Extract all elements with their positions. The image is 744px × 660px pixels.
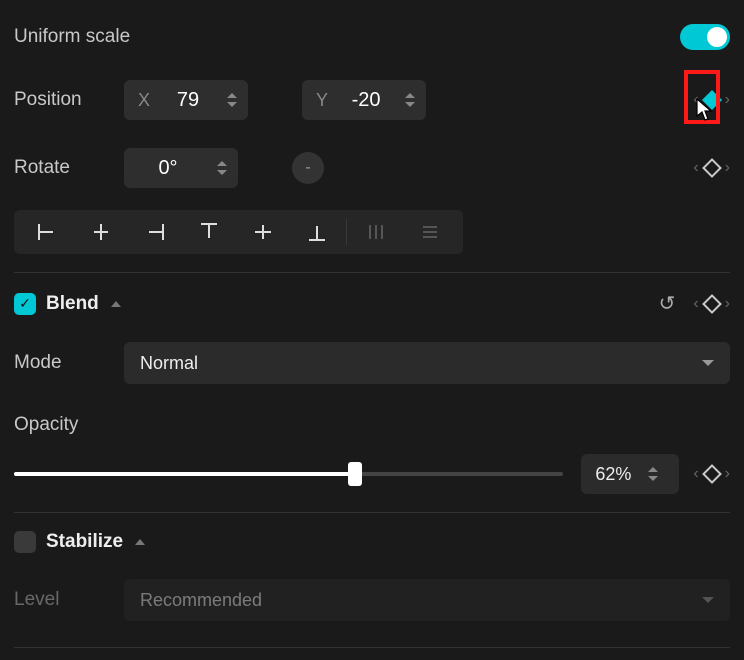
align-v-center-button[interactable] [236,212,290,252]
opacity-row: 62% ‹ › [14,454,730,494]
uniform-scale-row: Uniform scale [14,24,730,50]
divider [14,647,730,648]
collapse-icon[interactable] [111,301,121,307]
keyframe-next-button[interactable]: › [725,465,730,483]
opacity-value-box[interactable]: 62% [581,454,679,494]
stabilize-enable-checkbox[interactable] [14,531,36,553]
divider [14,272,730,273]
chevron-up-icon [217,161,227,166]
stabilize-level-dropdown[interactable]: Recommended [124,579,730,621]
axis-x-label: X [138,90,150,111]
keyframe-diamond-icon[interactable] [702,90,722,110]
rotate-input[interactable]: 0° [124,148,238,188]
keyframe-prev-button[interactable]: ‹ [693,295,698,313]
rotate-row: Rotate 0° - ‹ › [14,148,730,188]
keyframe-diamond-icon[interactable] [702,158,722,178]
opacity-value: 62% [595,464,631,485]
blend-title: Blend [46,293,99,315]
keyframe-next-button[interactable]: › [725,91,730,109]
opacity-label-row: Opacity [14,414,730,436]
opacity-keyframe-nav: ‹ › [693,465,730,483]
toggle-knob [707,27,727,47]
chevron-down-icon [227,102,237,107]
keyframe-diamond-icon[interactable] [702,464,722,484]
keyframe-diamond-icon[interactable] [702,294,722,314]
opacity-slider[interactable] [14,471,563,477]
opacity-stepper[interactable] [641,458,665,490]
collapse-icon[interactable] [135,539,145,545]
alignment-toolbar [14,210,463,254]
stabilize-section-header: Stabilize [14,531,730,553]
align-right-button[interactable] [128,212,182,252]
blend-mode-value: Normal [140,353,198,374]
position-y-input[interactable]: Y -20 [302,80,426,120]
blend-mode-label: Mode [14,352,124,374]
stabilize-level-row: Level Recommended [14,579,730,621]
stabilize-title: Stabilize [46,531,123,553]
blend-section-header: ✓ Blend ↺ ‹ › [14,291,730,316]
keyframe-prev-button[interactable]: ‹ [693,159,698,177]
keyframe-next-button[interactable]: › [725,159,730,177]
chevron-down-icon [217,170,227,175]
position-x-stepper[interactable] [220,84,244,116]
position-row: Position X 79 Y -20 ‹ › [14,80,730,120]
position-y-stepper[interactable] [398,84,422,116]
position-y-value: -20 [346,89,386,112]
chevron-up-icon [405,93,415,98]
uniform-scale-toggle[interactable] [680,24,730,50]
blend-mode-row: Mode Normal [14,342,730,384]
distribute-h-button [349,212,403,252]
reset-icon[interactable]: ↺ [659,291,676,316]
position-keyframe-nav: ‹ › [693,91,730,109]
axis-y-label: Y [316,90,328,111]
chevron-down-icon [648,476,658,481]
chevron-up-icon [227,93,237,98]
uniform-scale-label: Uniform scale [14,26,130,48]
keyframe-prev-button[interactable]: ‹ [693,465,698,483]
align-top-button[interactable] [182,212,236,252]
keyframe-next-button[interactable]: › [725,295,730,313]
slider-fill [14,472,355,476]
stabilize-level-label: Level [14,589,124,611]
rotate-dial[interactable]: - [292,152,324,184]
align-h-center-button[interactable] [74,212,128,252]
chevron-down-icon [405,102,415,107]
position-x-input[interactable]: X 79 [124,80,248,120]
rotate-keyframe-nav: ‹ › [693,159,730,177]
distribute-v-button [403,212,457,252]
chevron-up-icon [648,467,658,472]
position-x-value: 79 [168,89,208,112]
blend-enable-checkbox[interactable]: ✓ [14,293,36,315]
opacity-label: Opacity [14,414,78,436]
rotate-stepper[interactable] [210,152,234,184]
blend-mode-dropdown[interactable]: Normal [124,342,730,384]
separator [346,219,347,245]
rotate-value: 0° [138,157,198,180]
position-label: Position [14,89,124,111]
align-left-button[interactable] [20,212,74,252]
blend-keyframe-nav: ‹ › [693,295,730,313]
stabilize-level-value: Recommended [140,590,262,611]
align-bottom-button[interactable] [290,212,344,252]
keyframe-prev-button[interactable]: ‹ [693,91,698,109]
slider-knob[interactable] [348,462,362,486]
rotate-label: Rotate [14,157,124,179]
divider [14,512,730,513]
